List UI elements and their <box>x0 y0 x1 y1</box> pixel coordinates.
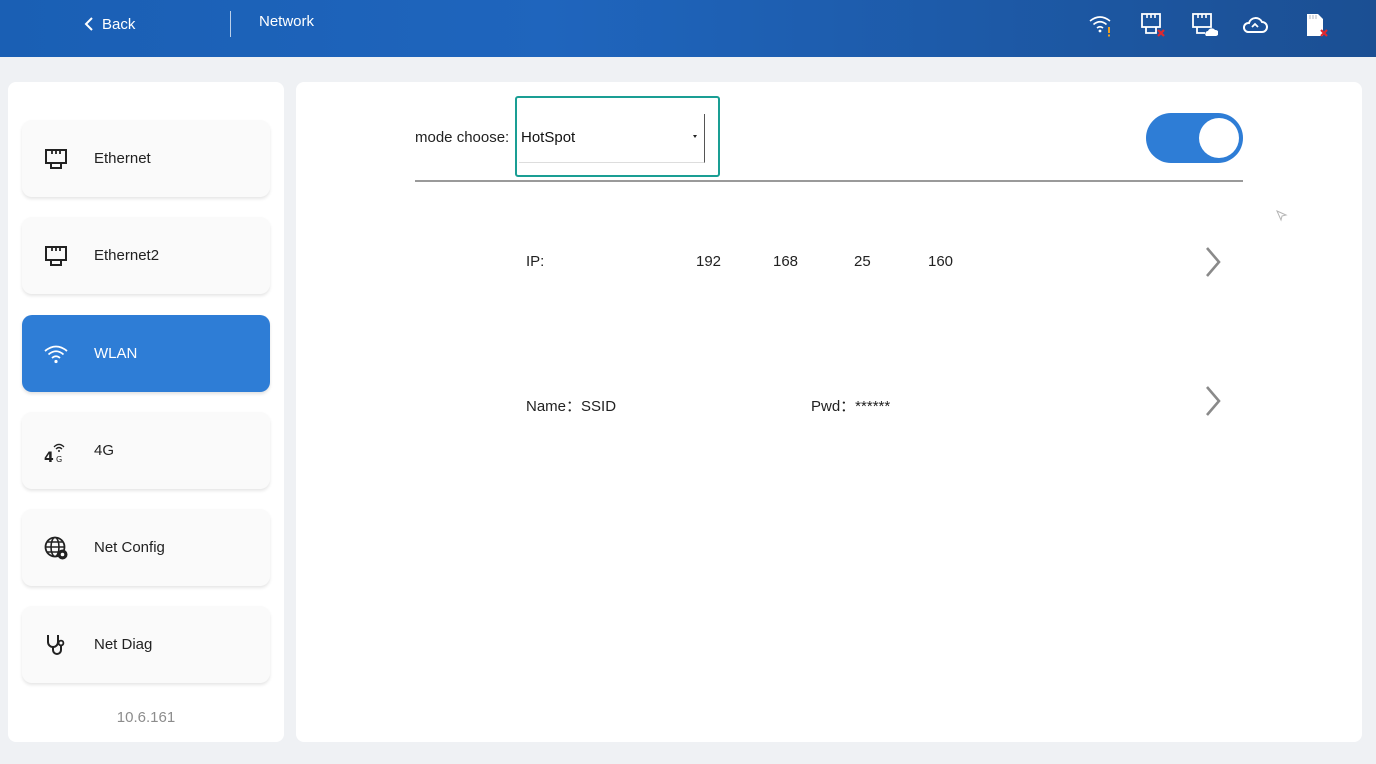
ip-label: IP: <box>526 253 545 270</box>
chevron-left-icon <box>84 17 93 31</box>
wifi-warning-icon <box>1086 10 1116 40</box>
ip-octet: 160 <box>928 253 954 270</box>
wifi-icon <box>42 340 70 368</box>
wifi-credentials-chevron[interactable] <box>1203 384 1223 418</box>
cursor-icon <box>1276 210 1288 222</box>
sidebar-item-net-config[interactable]: Net Config <box>22 509 270 586</box>
mode-select-focus: HotSpot <box>515 96 720 177</box>
svg-text:4: 4 <box>44 450 54 464</box>
sidebar-item-label: Ethernet2 <box>94 247 160 264</box>
back-button[interactable]: Back <box>84 12 135 36</box>
stethoscope-icon <box>42 631 70 659</box>
sidebar-item-label: Ethernet <box>94 150 151 167</box>
sidebar-item-label: Net Config <box>94 539 165 556</box>
chevron-right-icon <box>1206 386 1221 416</box>
cloud-link-icon <box>1240 10 1270 40</box>
ip-octet: 192 <box>696 253 722 270</box>
ethernet-error-icon <box>1138 10 1168 40</box>
sidebar: Ethernet Ethernet2 WLAN 4 G 4G Net Confi… <box>8 82 284 742</box>
top-bar: Back Network <box>0 0 1376 57</box>
4g-signal-icon: 4 G <box>42 437 70 465</box>
ethernet-icon <box>42 242 70 270</box>
back-label: Back <box>102 15 136 33</box>
ssid-label: Name：SSID <box>526 398 617 415</box>
sidebar-item-net-diag[interactable]: Net Diag <box>22 606 270 683</box>
ip-octet: 168 <box>773 253 799 270</box>
mode-choose-label: mode choose: <box>415 129 510 146</box>
mode-select[interactable]: HotSpot <box>519 114 705 163</box>
dropdown-arrow-icon <box>693 135 697 138</box>
sidebar-item-ethernet[interactable]: Ethernet <box>22 120 270 197</box>
chevron-right-icon <box>1206 247 1221 277</box>
wlan-settings-panel: mode choose: HotSpot IP: 192 168 25 160 … <box>296 82 1362 742</box>
sidebar-item-label: WLAN <box>94 345 138 362</box>
ethernet-cloud-icon <box>1189 10 1219 40</box>
toggle-knob <box>1199 118 1239 158</box>
page-title: Network <box>259 13 315 30</box>
sidebar-item-label: Net Diag <box>94 636 153 653</box>
mode-select-value: HotSpot <box>521 129 576 146</box>
password-label: Pwd：****** <box>811 398 891 415</box>
divider <box>415 180 1243 182</box>
sd-card-error-icon <box>1300 10 1330 40</box>
svg-text:G: G <box>56 455 62 464</box>
ip-octet: 25 <box>854 253 871 270</box>
ethernet-icon <box>42 145 70 173</box>
sidebar-item-label: 4G <box>94 442 115 459</box>
header-divider <box>230 11 231 37</box>
sidebar-item-wlan[interactable]: WLAN <box>22 315 270 392</box>
wlan-toggle[interactable] <box>1146 113 1243 163</box>
version-label: 10.6.161 <box>116 709 176 726</box>
sidebar-item-4g[interactable]: 4 G 4G <box>22 412 270 489</box>
ip-edit-chevron[interactable] <box>1203 245 1223 279</box>
sidebar-item-ethernet2[interactable]: Ethernet2 <box>22 217 270 294</box>
globe-gear-icon <box>42 534 70 562</box>
